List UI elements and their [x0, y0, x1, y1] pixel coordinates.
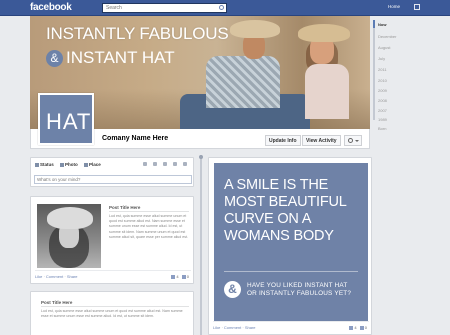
- thumbs-up-icon: [171, 274, 176, 279]
- composer-action-icons: [143, 162, 193, 168]
- chevron-down-icon: [355, 140, 359, 142]
- search-input[interactable]: Search: [102, 3, 227, 13]
- year-nav-current-marker: [373, 20, 375, 28]
- timeline-spine: [199, 155, 203, 335]
- page-title[interactable]: Comany Name Here: [102, 135, 168, 142]
- comment-bubble-icon: [359, 325, 364, 330]
- post-divider: [41, 306, 189, 307]
- view-activity-button[interactable]: View Activity: [302, 135, 341, 146]
- cover-title-line2: & INSTANT HAT: [46, 48, 175, 68]
- quote-post: A SMILE IS THE MOST BEAUTIFUL CURVE ON A…: [208, 157, 372, 335]
- cover-man-hat: [230, 20, 280, 38]
- cover-man-shirt: [206, 56, 280, 108]
- facebook-logo[interactable]: facebook: [30, 2, 72, 13]
- year-link-december[interactable]: December: [378, 34, 396, 39]
- year-link-now[interactable]: Now: [378, 22, 386, 27]
- cover-title-line1: INSTANTLY FABULOUS: [46, 24, 229, 43]
- status-input[interactable]: What's on your mind?: [34, 175, 192, 184]
- comment-bubble-icon: [181, 274, 186, 279]
- post-title: Post Title Here: [109, 205, 141, 210]
- year-nav-track: [373, 20, 375, 120]
- home-link[interactable]: Home: [388, 4, 400, 9]
- place-icon: [84, 162, 89, 167]
- heart-icon[interactable]: [153, 162, 157, 166]
- year-link-august[interactable]: August: [378, 45, 390, 50]
- flag-icon[interactable]: [173, 162, 177, 166]
- cover-woman-hat: [298, 24, 350, 42]
- like-link[interactable]: Like: [35, 274, 42, 279]
- avatar[interactable]: HAT: [38, 93, 94, 145]
- settings-dropdown-button[interactable]: [344, 135, 362, 146]
- post-footer-divider: [213, 321, 369, 322]
- quote-question: HAVE YOU LIKED INSTANT HAT OR INSTANTLY …: [247, 282, 352, 297]
- year-link-2010[interactable]: 2010: [378, 78, 387, 83]
- composer-tabs: Status Photo Place: [35, 162, 106, 167]
- photo-woman-hat: [47, 207, 93, 229]
- tab-photo[interactable]: Photo: [60, 162, 78, 167]
- comment-link[interactable]: Comment: [46, 274, 63, 279]
- post-stats: 4 0: [347, 325, 367, 330]
- comments-count[interactable]: 0: [365, 325, 367, 330]
- ampersand-badge: &: [46, 50, 63, 68]
- year-link-2009[interactable]: 2009: [378, 88, 387, 93]
- year-link-1989[interactable]: 1989: [378, 117, 387, 122]
- post-footer-divider: [35, 270, 191, 271]
- timeline-post: Post Title Here Lud est, quia summe esse…: [30, 291, 194, 335]
- tab-place[interactable]: Place: [84, 162, 101, 167]
- search-icon[interactable]: [219, 5, 224, 10]
- tab-status[interactable]: Status: [35, 162, 54, 167]
- timeline-post: Post Title Here Lud est, quia summe esse…: [30, 196, 194, 284]
- thumbs-up-icon: [349, 325, 354, 330]
- likes-count[interactable]: 4: [176, 274, 178, 279]
- cover-title-line2-text: INSTANT HAT: [66, 48, 175, 67]
- post-photo[interactable]: [37, 204, 101, 268]
- comments-count[interactable]: 0: [187, 274, 189, 279]
- post-actions: Like · Comment · Share: [213, 325, 256, 330]
- ampersand-badge: &: [224, 281, 241, 298]
- post-stats: 4 0: [169, 274, 189, 279]
- top-navigation-bar: facebook Search Home: [0, 0, 450, 16]
- year-link-2007[interactable]: 2007: [378, 108, 387, 113]
- status-icon: [35, 162, 39, 167]
- year-link-born[interactable]: Born: [378, 126, 386, 131]
- account-icon[interactable]: [414, 4, 420, 10]
- search-placeholder: Search: [106, 5, 122, 11]
- quote-graphic[interactable]: A SMILE IS THE MOST BEAUTIFUL CURVE ON A…: [214, 163, 368, 321]
- likes-count[interactable]: 4: [354, 325, 356, 330]
- share-link[interactable]: Share: [245, 325, 256, 330]
- year-link-july[interactable]: July: [378, 56, 385, 61]
- post-body: Lud est, quia summe esse aliud summe unu…: [109, 214, 189, 239]
- post-body: Lud est, quia summe esse aliud summe unu…: [41, 309, 183, 319]
- photo-icon: [60, 162, 65, 167]
- gear-icon: [348, 138, 353, 143]
- cover-woman-top: [305, 64, 349, 119]
- star-icon[interactable]: [163, 162, 167, 166]
- calendar-icon[interactable]: [183, 162, 187, 166]
- comment-link[interactable]: Comment: [224, 325, 241, 330]
- post-divider: [109, 211, 189, 212]
- status-composer: Status Photo Place What's on your mind?: [30, 157, 194, 187]
- share-link[interactable]: Share: [67, 274, 78, 279]
- year-link-2008[interactable]: 2008: [378, 98, 387, 103]
- year-link-2011[interactable]: 2011: [378, 67, 387, 72]
- quote-text: A SMILE IS THE MOST BEAUTIFUL CURVE ON A…: [224, 177, 347, 244]
- update-info-button[interactable]: Update Info: [265, 135, 301, 146]
- like-link[interactable]: Like: [213, 325, 220, 330]
- post-title: Post Title Here: [41, 300, 73, 305]
- quote-divider: [224, 271, 358, 272]
- post-actions: Like · Comment · Share: [35, 274, 78, 279]
- people-icon[interactable]: [143, 162, 147, 166]
- avatar-text: HAT: [40, 95, 92, 143]
